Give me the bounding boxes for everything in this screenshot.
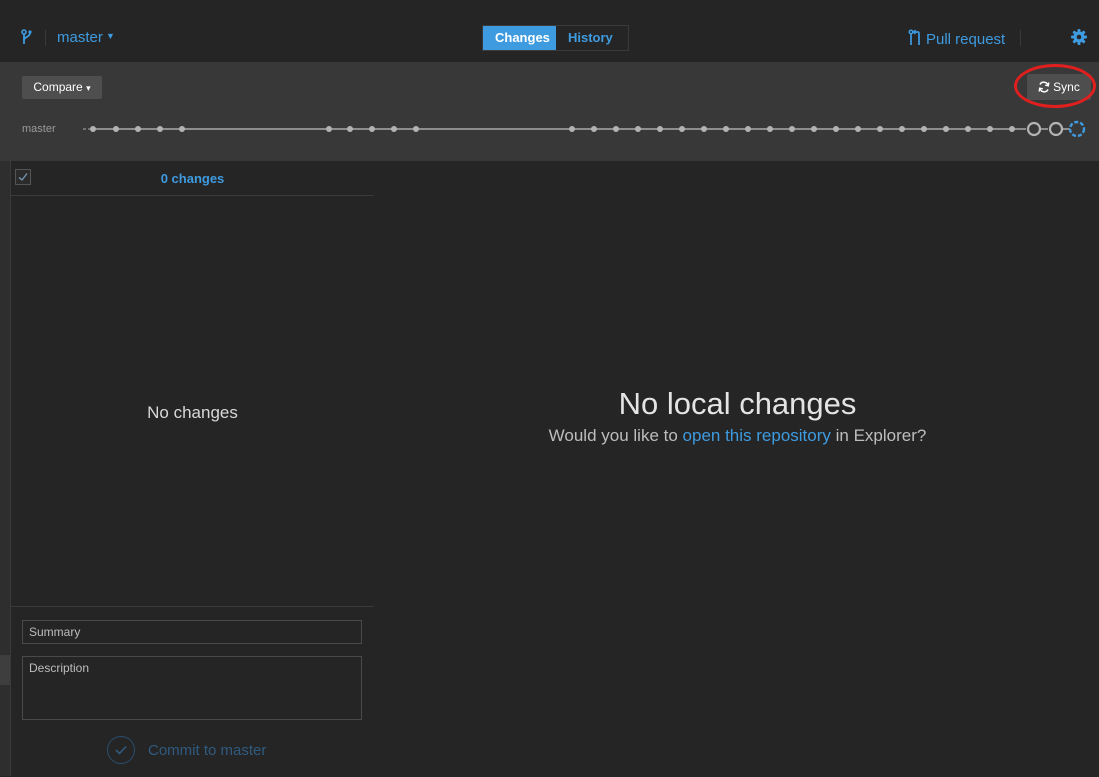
divider (1020, 30, 1021, 46)
tab-changes[interactable]: Changes (483, 26, 556, 50)
changes-panel: 0 changes No changes Commit to master (10, 161, 375, 776)
git-branch-icon (20, 28, 34, 51)
refresh-icon (1038, 76, 1050, 102)
commit-label: Commit to master (148, 741, 267, 759)
summary-input[interactable] (22, 620, 362, 644)
sync-button[interactable]: Sync (1027, 74, 1091, 100)
compare-button[interactable]: Compare ▾ (22, 76, 102, 99)
gear-icon[interactable] (1071, 29, 1087, 50)
branch-name-label: master (57, 29, 103, 46)
empty-state-suffix: in Explorer? (830, 426, 927, 445)
chevron-down-icon: ▾ (86, 83, 91, 93)
divider (45, 30, 46, 46)
chevron-down-icon[interactable]: ▼ (106, 31, 115, 41)
git-pull-request-icon (908, 29, 922, 50)
top-bar: master ▼ Changes History Pull request (0, 0, 1099, 62)
changes-header: 0 changes (11, 161, 374, 196)
open-repository-link[interactable]: open this repository (683, 426, 831, 445)
compare-bar: Compare ▾ Sync master (0, 62, 1099, 161)
branch-selector[interactable]: master (57, 29, 103, 46)
pull-request-label: Pull request (926, 31, 1006, 48)
commit-timeline[interactable] (80, 118, 1092, 140)
unsynced-commit-node[interactable] (1026, 121, 1042, 137)
empty-state-title: No local changes (618, 386, 857, 421)
unsynced-commit-node[interactable] (1048, 121, 1064, 137)
check-icon (107, 736, 135, 764)
tab-history[interactable]: History (556, 26, 628, 50)
pull-request-button[interactable]: Pull request (908, 29, 1005, 50)
compare-label: Compare (33, 80, 83, 94)
view-tabs: Changes History (482, 25, 629, 51)
commit-button[interactable]: Commit to master (107, 734, 266, 766)
window-edge (0, 161, 10, 776)
description-input[interactable] (22, 656, 362, 720)
changes-count: 0 changes (160, 171, 225, 186)
working-directory-node[interactable] (1068, 120, 1086, 138)
empty-changes-text: No changes (147, 403, 238, 422)
commit-form: Commit to master (11, 606, 374, 777)
edge-marker (0, 655, 10, 685)
main-content: No local changes Would you like to open … (374, 161, 1099, 776)
empty-state-message: Would you like to open this repository i… (374, 426, 1099, 446)
timeline-branch-label: master (22, 123, 56, 135)
empty-state-prefix: Would you like to (548, 426, 683, 445)
sync-label: Sync (1053, 80, 1080, 94)
